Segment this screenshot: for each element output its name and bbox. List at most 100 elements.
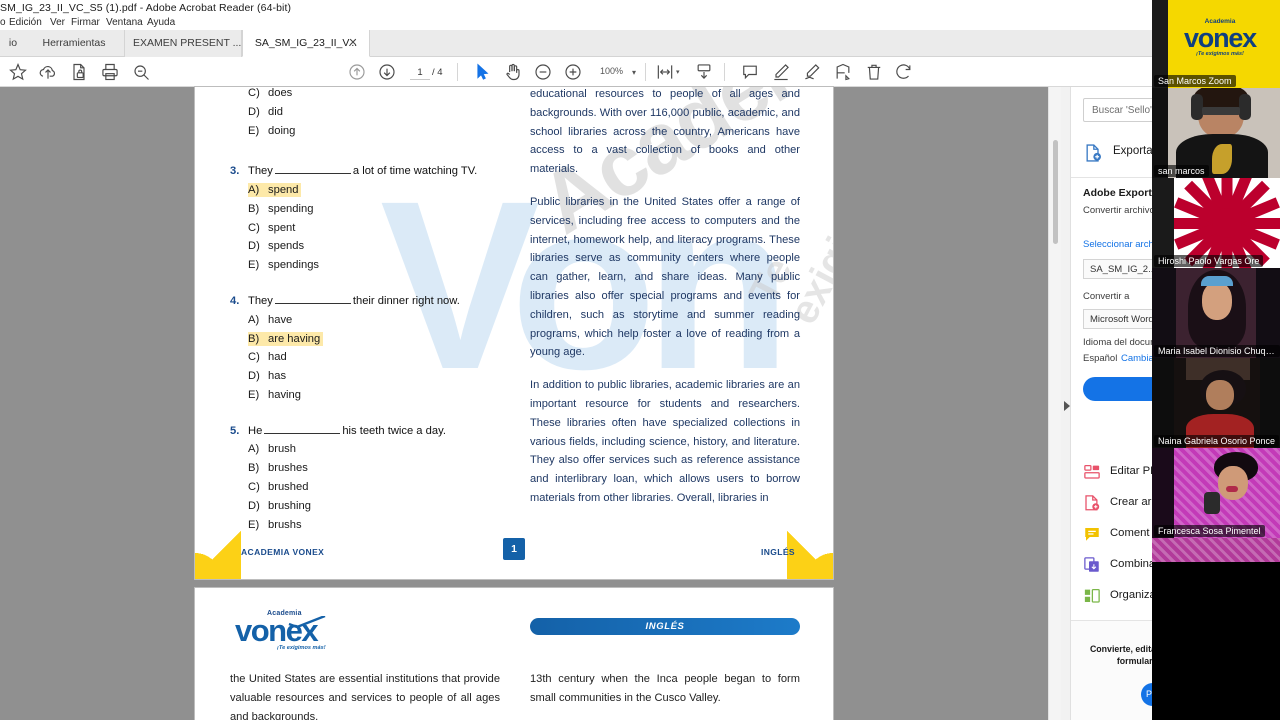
export-pdf-label: Exportar xyxy=(1113,145,1157,157)
select-cursor-icon[interactable] xyxy=(472,62,492,82)
rotate-icon[interactable] xyxy=(894,62,914,82)
video-tile-francesca[interactable]: Francesca Sosa Pimentel xyxy=(1152,448,1280,538)
stamp-icon[interactable] xyxy=(833,62,853,82)
search-icon[interactable] xyxy=(131,62,151,82)
upload-cloud-icon[interactable] xyxy=(38,62,58,82)
corner-decoration-left xyxy=(195,529,241,579)
hand-icon[interactable] xyxy=(503,62,523,82)
video-tile-label xyxy=(1154,717,1162,719)
toolbar-divider-1 xyxy=(457,63,458,81)
option-text: having xyxy=(268,388,301,401)
menu-item-archivo[interactable]: o xyxy=(0,17,6,28)
option-text: spendings xyxy=(268,259,320,272)
option-text: spend xyxy=(268,184,299,197)
chevron-down-icon-fit[interactable]: ▾ xyxy=(676,68,680,76)
option-row[interactable]: D) brushing xyxy=(230,497,500,516)
option-text: have xyxy=(268,313,293,326)
adobe-export-heading: Adobe Export P xyxy=(1083,187,1162,199)
subject-banner: INGLÉS xyxy=(530,618,800,635)
tab-examen-present[interactable]: EXAMEN PRESENT ... xyxy=(124,30,242,57)
page-up-icon[interactable] xyxy=(347,62,367,82)
zoom-level-label[interactable]: 100% xyxy=(600,66,623,76)
close-icon[interactable]: ✕ xyxy=(345,30,361,57)
zoom-out-icon[interactable] xyxy=(533,62,553,82)
option-row[interactable]: C) spent xyxy=(230,219,500,238)
page-total-label: / 4 xyxy=(432,67,443,78)
option-text: brushed xyxy=(268,481,309,494)
draw-icon[interactable] xyxy=(802,62,822,82)
footer-page-number: 1 xyxy=(503,538,525,560)
convert-to-label: Convertir a xyxy=(1083,291,1130,302)
option-row-highlighted[interactable]: B) are having xyxy=(230,330,500,349)
toolbar-divider-2 xyxy=(645,63,646,81)
zoom-in-icon[interactable] xyxy=(563,62,583,82)
option-row[interactable]: B) spending xyxy=(230,200,500,219)
option-row[interactable]: C) brushed xyxy=(230,478,500,497)
option-row[interactable]: A) brush xyxy=(230,440,500,459)
toolbar: 1 / 4 100% ▾ ▾ xyxy=(0,57,1160,87)
menu-bar: o Edición Ver Firmar Ventana Ayuda xyxy=(0,17,1280,30)
video-tile-label: Naina Gabriela Osorio Ponce xyxy=(1154,435,1280,447)
option-letter: D) xyxy=(248,499,260,512)
document-viewport[interactable]: Von Academ Te exigimos m C) does D) did E)… xyxy=(0,87,1060,720)
acrobat-reader-window: SM_IG_23_II_VC_S5 (1).pdf - Adobe Acroba… xyxy=(0,0,1280,720)
print-icon[interactable] xyxy=(100,62,120,82)
vonex-logo-zoom: Academia vonex ¡Te exigimos más! xyxy=(1170,18,1270,57)
vertical-scrollbar[interactable] xyxy=(1048,87,1061,720)
option-letter: D) xyxy=(248,105,260,118)
menu-item-ventana[interactable]: Ventana xyxy=(106,17,143,28)
chevron-down-icon[interactable]: ▾ xyxy=(632,68,636,77)
menu-item-firmar[interactable]: Firmar xyxy=(71,17,100,28)
option-row[interactable]: E) having xyxy=(230,386,500,405)
video-tile-hiroshi[interactable]: Hiroshi Paolo Vargas Ore xyxy=(1152,178,1280,268)
scroll-mode-icon[interactable] xyxy=(694,62,714,82)
star-icon[interactable] xyxy=(8,62,28,82)
option-row[interactable]: B) brushes xyxy=(230,459,500,478)
option-row[interactable]: D) did xyxy=(230,103,500,122)
delete-icon[interactable] xyxy=(864,62,884,82)
highlight-pen-icon[interactable] xyxy=(771,62,791,82)
option-row[interactable]: C) had xyxy=(230,348,500,367)
page-down-icon[interactable] xyxy=(377,62,397,82)
file-lock-icon[interactable] xyxy=(69,62,89,82)
scrollbar-thumb[interactable] xyxy=(1053,140,1058,244)
video-tile-logo[interactable]: Academia vonex ¡Te exigimos más! San Mar… xyxy=(1152,0,1280,88)
video-tile-label: Hiroshi Paolo Vargas Ore xyxy=(1154,255,1264,267)
answer-blank xyxy=(274,163,351,175)
tab-strip: io Herramientas EXAMEN PRESENT ... SA_SM… xyxy=(0,30,1280,57)
document-language-label: Idioma del docum xyxy=(1083,337,1158,348)
select-file-link[interactable]: Seleccionar archiv xyxy=(1083,239,1161,250)
option-row[interactable]: D) has xyxy=(230,367,500,386)
video-tile-san-marcos[interactable]: san marcos xyxy=(1152,88,1280,178)
option-row-highlighted[interactable]: A) spend xyxy=(230,181,500,200)
menu-item-ver[interactable]: Ver xyxy=(50,17,65,28)
option-text: did xyxy=(268,105,283,118)
video-tile-naina[interactable]: Naina Gabriela Osorio Ponce xyxy=(1152,358,1280,448)
option-letter: C) xyxy=(248,351,260,364)
option-row[interactable]: E) spendings xyxy=(230,256,500,275)
fit-page-icon[interactable] xyxy=(655,62,675,82)
prompt-before: They xyxy=(248,165,273,178)
menu-item-edicion[interactable]: Edición xyxy=(9,17,42,28)
prompt-after: their dinner right now. xyxy=(352,295,460,308)
logo-tagline-text: ¡Te exigimos más! xyxy=(277,645,326,651)
option-letter: C) xyxy=(248,221,260,234)
tab-herramientas[interactable]: Herramientas xyxy=(24,30,124,57)
export-pdf-icon xyxy=(1086,144,1101,162)
question-prompt: 3. They a lot of time watching TV. xyxy=(230,162,500,181)
option-row[interactable]: E) doing xyxy=(230,122,500,141)
option-text: are having xyxy=(268,332,321,345)
option-row[interactable]: C) does xyxy=(230,87,500,103)
option-row[interactable]: D) spends xyxy=(230,237,500,256)
option-text: doing xyxy=(268,124,296,137)
option-letter: A) xyxy=(248,313,260,326)
video-tile-maria[interactable]: Maria Isabel Dionisio Chuquiva xyxy=(1152,268,1280,358)
question-number: 5. xyxy=(230,424,240,437)
prompt-before: He xyxy=(248,424,263,437)
menu-item-ayuda[interactable]: Ayuda xyxy=(147,17,175,28)
video-tile-extra[interactable] xyxy=(1152,538,1280,720)
comment-icon[interactable] xyxy=(740,62,760,82)
page-number-input[interactable]: 1 xyxy=(410,65,430,80)
footer-academia-label: ACADEMIA VONEX xyxy=(241,547,325,557)
option-row[interactable]: A) have xyxy=(230,311,500,330)
